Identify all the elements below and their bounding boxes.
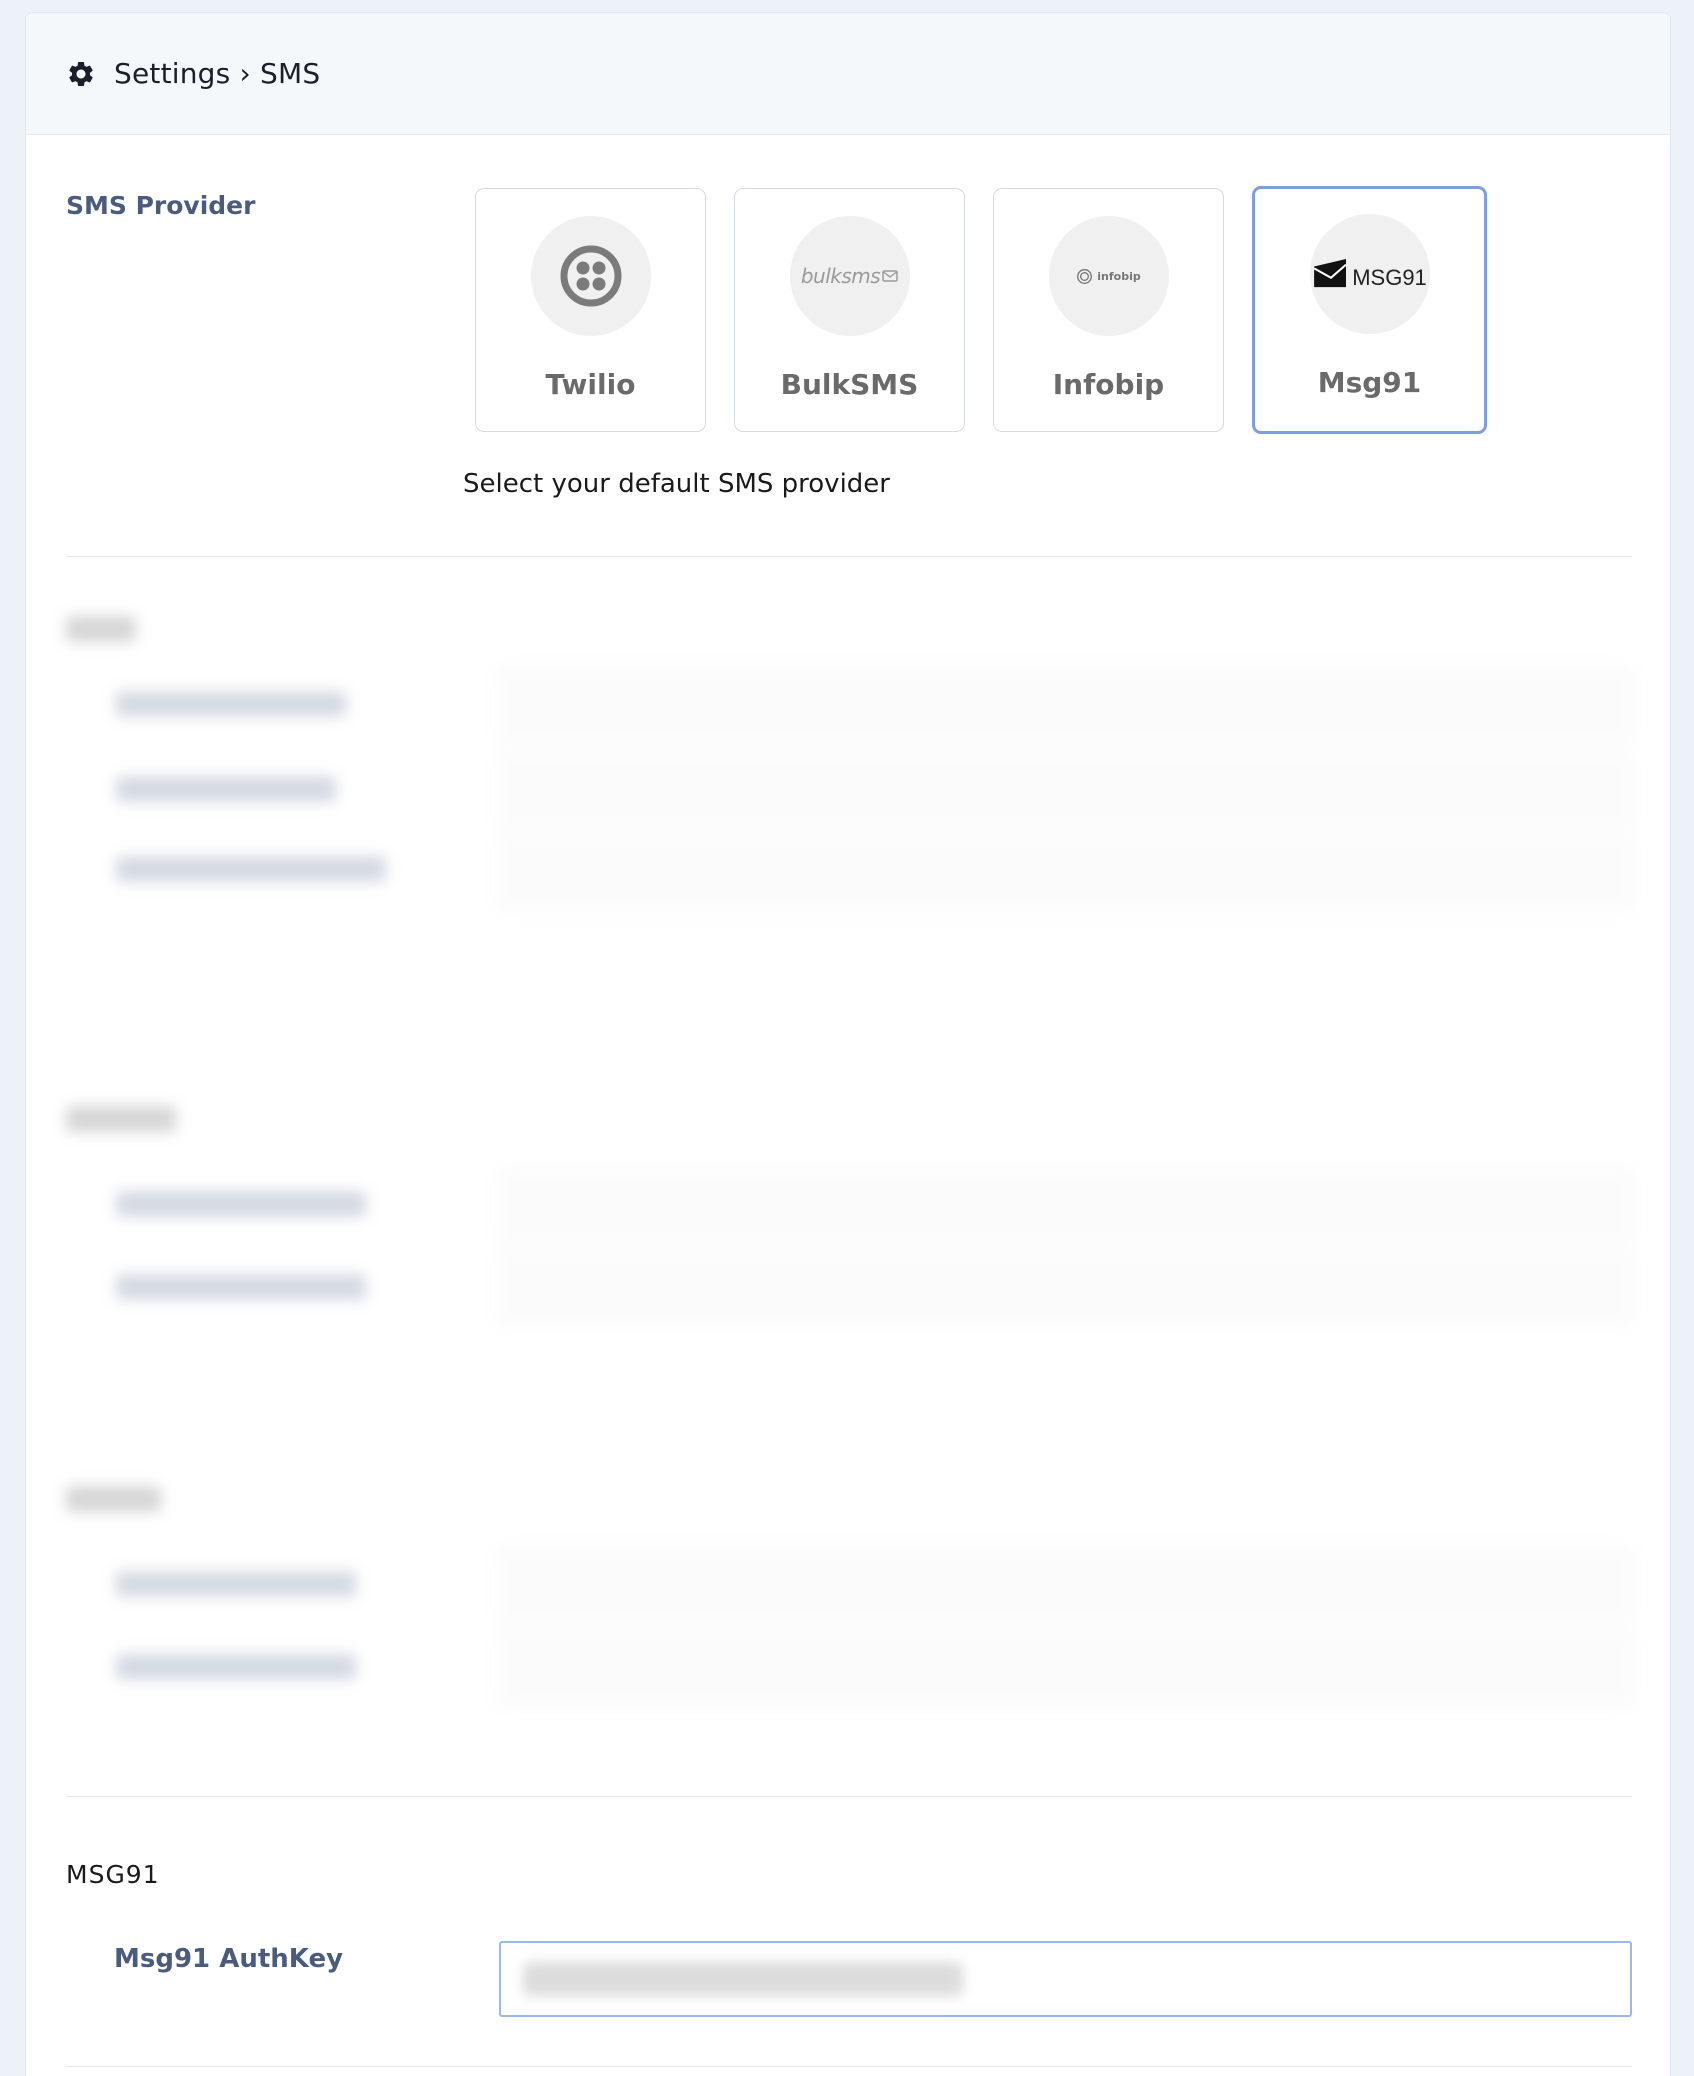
- sms-provider-label: SMS Provider: [66, 191, 256, 220]
- page-title: Settings › SMS: [114, 57, 321, 90]
- page-header: Settings › SMS: [26, 13, 1670, 135]
- msg91-authkey-label: Msg91 AuthKey: [114, 1944, 344, 1974]
- obscured-twilio-section: [26, 606, 1670, 913]
- divider: [66, 556, 1632, 557]
- obscured-infobip-section: [26, 1476, 1670, 1708]
- msg91-section-title: MSG91: [66, 1860, 160, 1889]
- provider-name: Infobip: [1052, 368, 1165, 401]
- provider-grid: Twilio bulksms BulkSMS infobip Infobip M…: [475, 186, 1487, 434]
- obscured-bulksms-section: [26, 1096, 1670, 1328]
- msg91-authkey-input[interactable]: [499, 1941, 1632, 2017]
- provider-name: BulkSMS: [780, 368, 919, 401]
- provider-tile-twilio[interactable]: Twilio: [475, 188, 706, 432]
- provider-helper-text: Select your default SMS provider: [463, 469, 890, 499]
- divider: [66, 1796, 1632, 1797]
- bulksms-logo-icon: bulksms: [789, 216, 910, 336]
- msg91-logo-icon: MSG91: [1309, 214, 1430, 334]
- settings-card: Settings › SMS SMS Provider Twilio bulks…: [25, 12, 1671, 2076]
- provider-tile-infobip[interactable]: infobip Infobip: [993, 188, 1224, 432]
- divider: [66, 2066, 1632, 2067]
- gear-icon: [66, 59, 96, 89]
- infobip-logo-icon: infobip: [1048, 216, 1169, 336]
- provider-name: Msg91: [1317, 366, 1422, 399]
- provider-tile-msg91[interactable]: MSG91 Msg91: [1252, 186, 1487, 434]
- provider-tile-bulksms[interactable]: bulksms BulkSMS: [734, 188, 965, 432]
- twilio-logo-icon: [530, 216, 651, 336]
- masked-authkey-value: [523, 1962, 963, 1996]
- provider-name: Twilio: [545, 368, 636, 401]
